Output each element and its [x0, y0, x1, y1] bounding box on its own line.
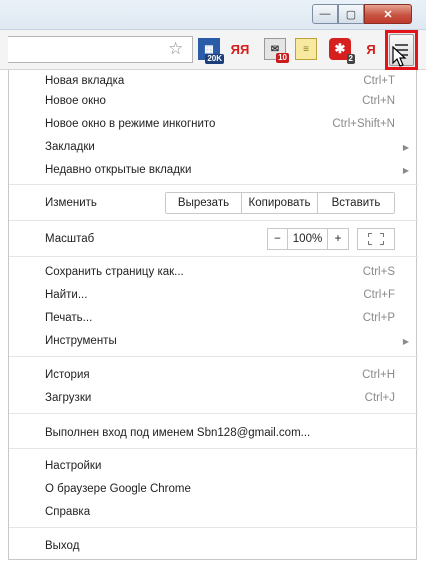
close-icon: ✕	[383, 8, 393, 21]
extension-badge: 20K	[205, 54, 224, 64]
menu-item-shortcut: Ctrl+Shift+N	[332, 118, 395, 130]
menu-item-label: Новое окно	[45, 95, 106, 107]
yandex-bar-icon[interactable]: Я	[360, 38, 382, 60]
window-titlebar: — ▢ ✕	[0, 0, 426, 30]
zoom-in-button[interactable]: +	[328, 229, 348, 249]
maximize-button[interactable]: ▢	[338, 4, 364, 24]
zoom-out-button[interactable]: −	[268, 229, 288, 249]
minimize-icon: —	[319, 8, 331, 20]
address-bar[interactable]	[8, 36, 193, 63]
menu-item-label: Недавно открытые вкладки	[45, 164, 192, 176]
extension-label: Я	[366, 41, 376, 57]
menu-item-label: Выход	[45, 540, 80, 552]
menu-item-shortcut: Ctrl+J	[364, 392, 395, 404]
browser-toolbar: ☆ ▦ 20K ЯЯ ✉ 10 ≡ ✱ 2 Я	[0, 30, 426, 70]
menu-item-downloads[interactable]: Загрузки Ctrl+J	[9, 387, 418, 409]
menu-item-label: Печать...	[45, 312, 93, 324]
paste-button[interactable]: Вставить	[318, 193, 394, 213]
menu-item-exit[interactable]: Выход	[9, 535, 418, 557]
menu-item-label: Настройки	[45, 460, 102, 472]
fullscreen-button[interactable]	[357, 228, 395, 250]
menu-item-label: Найти...	[45, 289, 88, 301]
menu-item-save-page[interactable]: Сохранить страницу как... Ctrl+S	[9, 261, 418, 283]
menu-item-shortcut: Ctrl+H	[362, 369, 395, 381]
fullscreen-icon	[368, 233, 384, 245]
bookmark-star-icon[interactable]: ☆	[168, 39, 183, 59]
menu-item-label: Новое окно в режиме инкогнито	[45, 118, 216, 130]
menu-item-bookmarks[interactable]: Закладки ▶	[9, 136, 418, 158]
menu-item-shortcut: Ctrl+P	[362, 312, 395, 324]
menu-item-label: Сохранить страницу как...	[45, 266, 184, 278]
menu-item-find[interactable]: Найти... Ctrl+F	[9, 284, 418, 306]
menu-item-new-window[interactable]: Новое окно Ctrl+N	[9, 90, 418, 112]
menu-item-label: Справка	[45, 506, 91, 518]
menu-item-label: Новая вкладка	[45, 75, 125, 87]
menu-divider	[9, 256, 418, 257]
menu-divider	[9, 220, 418, 221]
menu-item-shortcut: Ctrl+S	[362, 266, 395, 278]
menu-divider	[9, 527, 418, 528]
menu-item-about[interactable]: О браузере Google Chrome	[9, 478, 418, 500]
menu-item-tools[interactable]: Инструменты ▶	[9, 330, 418, 352]
submenu-arrow-icon: ▶	[402, 142, 409, 152]
submenu-arrow-icon: ▶	[402, 336, 409, 346]
minimize-button[interactable]: —	[312, 4, 338, 24]
copy-button[interactable]: Копировать	[242, 193, 318, 213]
menu-divider	[9, 356, 418, 357]
menu-item-help[interactable]: Справка	[9, 501, 418, 523]
menu-item-label: Масштаб	[45, 233, 95, 245]
menu-item-label: О браузере Google Chrome	[45, 483, 191, 495]
menu-item-label: Загрузки	[45, 392, 92, 404]
menu-item-label: Закладки	[45, 141, 95, 153]
menu-item-label: История	[45, 369, 90, 381]
menu-item-label: Изменить	[45, 197, 97, 209]
zoom-level: 100%	[288, 229, 328, 249]
chrome-main-menu: Новая вкладка Ctrl+T Новое окно Ctrl+N Н…	[8, 70, 418, 560]
menu-item-print[interactable]: Печать... Ctrl+P	[9, 307, 418, 329]
notes-icon[interactable]: ≡	[295, 38, 317, 60]
menu-item-shortcut: Ctrl+N	[362, 95, 395, 107]
menu-item-signed-in[interactable]: Выполнен вход под именем Sbn128@gmail.co…	[9, 422, 418, 444]
mail-icon[interactable]: ✉ 10	[264, 38, 289, 63]
menu-item-incognito[interactable]: Новое окно в режиме инкогнито Ctrl+Shift…	[9, 113, 418, 135]
yandex-icon[interactable]: ЯЯ	[229, 38, 251, 60]
menu-item-new-tab[interactable]: Новая вкладка Ctrl+T	[9, 70, 418, 92]
menu-divider	[9, 448, 418, 449]
maximize-icon: ▢	[345, 8, 357, 21]
mouse-cursor-icon	[392, 46, 407, 67]
menu-item-label: Инструменты	[45, 335, 117, 347]
menu-item-label: Выполнен вход под именем Sbn128@gmail.co…	[45, 427, 311, 439]
menu-item-settings[interactable]: Настройки	[9, 455, 418, 477]
menu-divider	[9, 413, 418, 414]
menu-divider	[9, 184, 418, 185]
close-button[interactable]: ✕	[364, 4, 412, 24]
menu-item-shortcut: Ctrl+T	[363, 75, 395, 87]
asterisk-icon[interactable]: ✱ 2	[329, 38, 355, 64]
menu-item-recent-tabs[interactable]: Недавно открытые вкладки ▶	[9, 159, 418, 181]
speed-dial-icon[interactable]: ▦ 20K	[198, 38, 224, 64]
zoom-controls: − 100% +	[267, 228, 349, 250]
menu-item-history[interactable]: История Ctrl+H	[9, 364, 418, 386]
cut-button[interactable]: Вырезать	[166, 193, 242, 213]
menu-item-shortcut: Ctrl+F	[363, 289, 395, 301]
extension-label: ЯЯ	[230, 41, 250, 57]
submenu-arrow-icon: ▶	[402, 165, 409, 175]
extension-badge: 10	[276, 53, 289, 63]
extension-badge: 2	[346, 54, 355, 64]
edit-button-group: Вырезать Копировать Вставить	[165, 192, 395, 214]
